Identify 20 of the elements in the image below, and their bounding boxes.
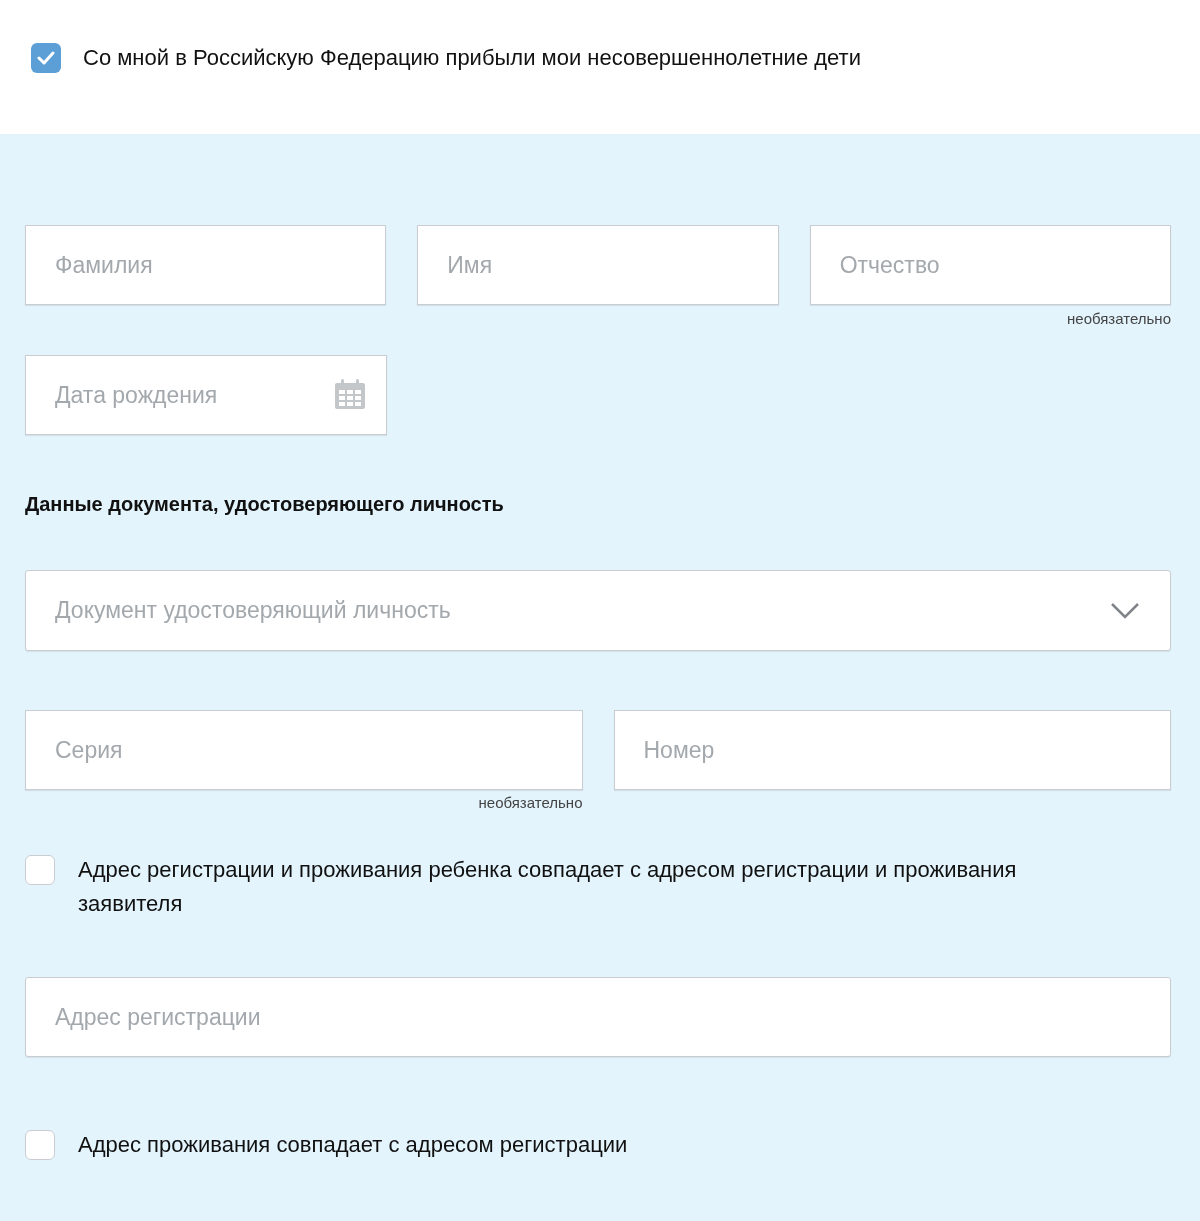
optional-note: необязательно (1066, 309, 1171, 329)
document-dropdown[interactable]: Документ удостоверяющий личность (25, 570, 1171, 651)
chevron-down-icon (1110, 602, 1140, 619)
text-field[interactable]: Дата рождения (25, 355, 387, 435)
checkbox-label: Адрес регистрации и проживания ребенка совпадает с адресом регистрации и проживания заявителя (78, 856, 1018, 918)
text-field[interactable]: Отчество (809, 225, 1171, 305)
check-icon (37, 51, 55, 65)
checkbox[interactable] (25, 1130, 55, 1160)
checkbox[interactable] (31, 43, 61, 73)
text-field[interactable]: Фамилия (25, 225, 387, 305)
checkbox-label: Адрес проживания совпадает с адресом регистрации (78, 1131, 628, 1159)
section-heading: Данные документа, удостоверяющего личность (25, 492, 505, 516)
calendar-icon[interactable] (334, 378, 366, 410)
text-field[interactable]: Имя (417, 225, 779, 305)
text-field[interactable]: Адрес регистрации (25, 977, 1171, 1057)
optional-note: необязательно (477, 793, 583, 813)
text-field[interactable]: Номер (613, 710, 1171, 790)
text-field[interactable]: Серия (25, 710, 583, 790)
checkbox-label: Со мной в Российскую Федерацию прибыли мои несовершеннолетние дети (83, 44, 861, 72)
checkbox[interactable] (25, 855, 55, 885)
